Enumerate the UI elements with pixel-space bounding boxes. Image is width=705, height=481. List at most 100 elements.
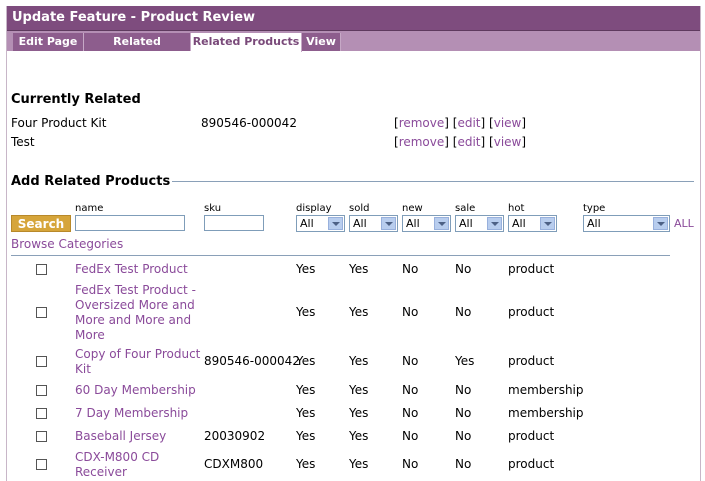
display-cell: Yes — [296, 305, 316, 319]
product-name-link[interactable]: FedEx Test Product — [75, 262, 188, 277]
product-name-link[interactable]: Baseball Jersey — [75, 429, 166, 444]
product-name-link[interactable]: Copy of Four Product Kit — [75, 347, 200, 377]
new-cell: No — [402, 429, 419, 443]
add-related-heading: Add Related Products — [11, 174, 171, 189]
bracket: ] — [521, 135, 527, 149]
bracket: ] — [444, 116, 449, 130]
tab-bar: Edit Page Related Features Related Produ… — [7, 31, 700, 66]
tab-related-features[interactable]: Related Features — [84, 33, 191, 66]
tab-related-products[interactable]: Related Products — [191, 33, 302, 52]
product-name-line: Copy of Four Product — [75, 347, 201, 361]
chevron-down-icon — [487, 217, 502, 230]
display-filter-value: All — [300, 217, 314, 230]
currently-related-heading: Currently Related — [11, 92, 141, 107]
remove-link[interactable]: remove — [399, 135, 445, 149]
view-link[interactable]: view — [494, 135, 522, 149]
type-cell: membership — [508, 383, 584, 397]
row-checkbox[interactable] — [36, 385, 47, 396]
product-name-line: More — [75, 328, 105, 342]
bracket: ] — [480, 116, 486, 130]
tab-edit-page[interactable]: Edit Page — [13, 33, 84, 51]
row-checkbox[interactable] — [36, 307, 47, 318]
display-cell: Yes — [296, 406, 316, 420]
sale-filter-value: All — [459, 217, 473, 230]
display-filter-select[interactable]: All — [296, 215, 345, 232]
row-checkbox[interactable] — [36, 264, 47, 275]
product-name-link[interactable]: CDX-M800 CD Receiver — [75, 450, 159, 480]
bracket: ] — [521, 116, 527, 130]
name-filter-input[interactable] — [75, 215, 185, 231]
sale-cell: No — [455, 429, 472, 443]
sold-filter-value: All — [353, 217, 367, 230]
product-name-line: FedEx Test Product — [75, 262, 188, 276]
sku-filter-input[interactable] — [204, 215, 264, 231]
product-name-link[interactable]: 60 Day Membership — [75, 383, 196, 398]
sale-cell: Yes — [455, 354, 475, 368]
type-cell: product — [508, 354, 555, 368]
row-checkbox[interactable] — [36, 431, 47, 442]
browse-categories-link[interactable]: Browse Categories — [11, 237, 123, 251]
display-cell: Yes — [296, 383, 316, 397]
bracket: ] — [480, 135, 486, 149]
product-name-line: 60 Day Membership — [75, 383, 196, 397]
sale-cell: No — [455, 305, 472, 319]
sku-cell: 20030902 — [204, 429, 266, 443]
type-filter-select[interactable]: All — [583, 215, 670, 232]
sold-cell: Yes — [349, 305, 369, 319]
new-cell: No — [402, 383, 419, 397]
product-name-line: More and More and — [75, 313, 192, 327]
row-checkbox[interactable] — [36, 408, 47, 419]
section-divider — [172, 181, 694, 182]
row-checkbox[interactable] — [36, 459, 47, 470]
product-name-link[interactable]: 7 Day Membership — [75, 406, 188, 421]
bracket: ] — [444, 135, 449, 149]
results-divider — [11, 255, 670, 256]
related-item-sku: 890546-000042 — [201, 116, 297, 130]
product-name-line: FedEx Test Product - — [75, 283, 196, 297]
sku-cell: CDXM800 — [204, 457, 264, 471]
related-item-name: Four Product Kit — [11, 116, 107, 130]
sale-filter-select[interactable]: All — [455, 215, 504, 232]
search-button[interactable]: Search — [11, 215, 71, 232]
new-cell: No — [402, 262, 419, 276]
type-cell: product — [508, 457, 555, 471]
related-item-actions: [remove] [edit] [view] — [394, 116, 526, 130]
product-name-link[interactable]: FedEx Test Product - Oversized More and … — [75, 283, 196, 343]
tab-view[interactable]: View — [302, 33, 341, 51]
all-link[interactable]: ALL — [674, 217, 694, 230]
chevron-down-icon — [328, 217, 343, 230]
sale-cell: No — [455, 457, 472, 471]
edit-link[interactable]: edit — [457, 135, 480, 149]
new-filter-select[interactable]: All — [402, 215, 451, 232]
hot-filter-label: hot — [508, 203, 525, 214]
display-cell: Yes — [296, 262, 316, 276]
sale-filter-label: sale — [455, 203, 476, 214]
chevron-down-icon — [381, 217, 396, 230]
type-cell: product — [508, 305, 555, 319]
sold-filter-label: sold — [349, 203, 370, 214]
sold-cell: Yes — [349, 406, 369, 420]
sku-filter-label: sku — [204, 203, 222, 214]
edit-link[interactable]: edit — [457, 116, 480, 130]
product-name-line: Kit — [75, 362, 91, 376]
type-cell: product — [508, 262, 555, 276]
product-name-line: Receiver — [75, 465, 127, 479]
type-filter-value: All — [587, 217, 601, 230]
type-cell: membership — [508, 406, 584, 420]
row-checkbox[interactable] — [36, 356, 47, 367]
sale-cell: No — [455, 406, 472, 420]
sold-cell: Yes — [349, 354, 369, 368]
view-link[interactable]: view — [494, 116, 522, 130]
display-cell: Yes — [296, 429, 316, 443]
sale-cell: No — [455, 383, 472, 397]
new-cell: No — [402, 354, 419, 368]
remove-link[interactable]: remove — [399, 116, 445, 130]
sold-filter-select[interactable]: All — [349, 215, 398, 232]
product-name-line: CDX-M800 CD — [75, 450, 160, 464]
sale-cell: No — [455, 262, 472, 276]
sold-cell: Yes — [349, 383, 369, 397]
chevron-down-icon — [540, 217, 555, 230]
new-filter-value: All — [406, 217, 420, 230]
hot-filter-select[interactable]: All — [508, 215, 557, 232]
chevron-down-icon — [653, 217, 668, 230]
